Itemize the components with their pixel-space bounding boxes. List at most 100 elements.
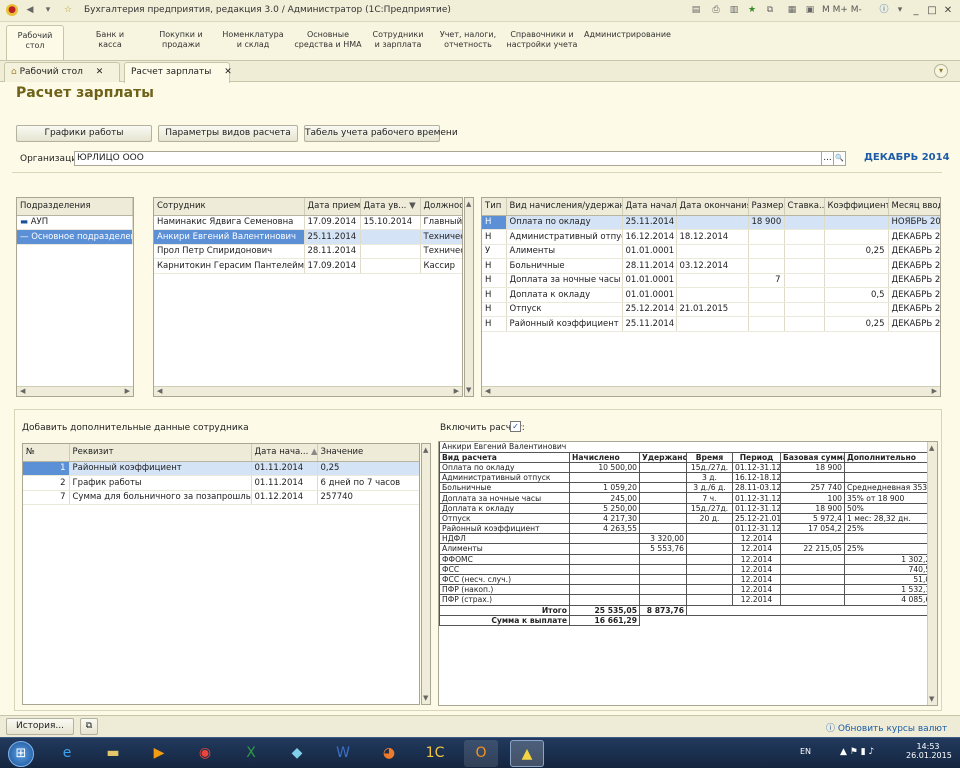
section-desktop[interactable]: Рабочий стол <box>6 25 64 62</box>
table-row[interactable]: Наминакис Ядвига Семеновна 17.09.2014 15.1… <box>154 215 462 230</box>
section-purchases[interactable]: Покупки и продажи <box>150 30 212 50</box>
chrome-icon[interactable]: ◉ <box>188 740 222 767</box>
table-row[interactable]: Анкири Евгений Валентинович 25.11.2014 Тех… <box>154 229 462 245</box>
table-row[interactable]: 2 График работы 01.11.2014 6 дней по 7 часо… <box>23 475 419 491</box>
table-row[interactable]: Прол Петр Спиридонович28.11.2014Техничес… <box>154 244 462 259</box>
print-icon[interactable]: ⎙ <box>710 4 722 16</box>
clock[interactable]: 14:53 26.01.2015 <box>906 742 952 760</box>
info-icon[interactable]: ⓘ <box>878 4 890 16</box>
section-admin[interactable]: Администрирование <box>584 30 671 40</box>
back-icon[interactable]: ◀ <box>24 4 36 16</box>
scroll-down-icon[interactable]: ▼ <box>466 386 471 394</box>
col-header[interactable]: Коэффициент <box>824 198 889 216</box>
employees-table[interactable]: Сотрудник Дата приема Дата ув... ▼ Должн… <box>153 197 463 397</box>
tabs-menu-icon[interactable]: ▾ <box>934 64 948 78</box>
col-header[interactable]: Тип <box>482 198 507 216</box>
tab-payroll[interactable]: Расчет зарплаты ✕ <box>124 62 232 83</box>
col-header[interactable]: Дата нача... ▲ <box>251 444 318 462</box>
table-row[interactable]: Карнитокин Герасим Пантелеймон...17.09.2… <box>154 258 462 274</box>
vertical-scrollbar[interactable]: ▲ ▼ <box>464 197 474 397</box>
col-header[interactable]: Дата окончания <box>676 198 749 216</box>
scroll-right-icon[interactable]: ▶ <box>125 387 130 395</box>
horizontal-scrollbar[interactable]: ◀ ▶ <box>154 386 462 396</box>
include-calc-checkbox[interactable]: ✓ <box>510 421 521 432</box>
col-header[interactable]: Дата приема <box>304 198 361 216</box>
1c-icon[interactable]: 1С <box>418 740 452 767</box>
section-bank[interactable]: Банк и касса <box>82 30 138 50</box>
dropdown-icon[interactable]: ▾ <box>894 4 906 16</box>
org-field[interactable]: ЮРЛИЦО ООО <box>74 151 822 166</box>
update-rates-link[interactable]: ⓘ Обновить курсы валют <box>826 721 947 734</box>
col-header[interactable]: Размер <box>748 198 785 216</box>
minimize-button[interactable]: _ <box>908 3 924 18</box>
section-reports[interactable]: Учет, налоги, отчетность <box>438 30 498 50</box>
table-row[interactable]: 7Сумма для больничного за позапрошлый го… <box>23 490 419 505</box>
explorer-icon[interactable]: ▬ <box>96 740 130 767</box>
horizontal-scrollbar[interactable]: ◀ ▶ <box>482 386 940 396</box>
dept-header[interactable]: Подразделения <box>17 198 133 216</box>
scroll-right-icon[interactable]: ▶ <box>454 387 459 395</box>
scroll-right-icon[interactable]: ▶ <box>932 387 937 395</box>
star-icon[interactable]: ☆ <box>62 4 74 16</box>
table-row[interactable]: 1 Районный коэффициент 01.11.2014 0,25 <box>23 461 419 476</box>
vertical-scrollbar[interactable]: ▲ ▼ <box>421 443 431 705</box>
scroll-left-icon[interactable]: ◀ <box>20 387 25 395</box>
close-tab-icon[interactable]: ✕ <box>96 67 104 77</box>
vertical-scrollbar[interactable]: ▲ ▼ <box>927 442 937 705</box>
section-employees[interactable]: Сотрудники и зарплата <box>368 30 428 50</box>
menu-icon[interactable]: ▾ <box>42 4 54 16</box>
table-row[interactable]: Н Больничные 28.11.2014 03.12.2014 ДЕКАБРЬ 2… <box>482 258 940 274</box>
app-icon[interactable]: ◆ <box>280 740 314 767</box>
scroll-left-icon[interactable]: ◀ <box>157 387 162 395</box>
scroll-up-icon[interactable]: ▲ <box>929 444 934 452</box>
link-icon[interactable]: ⧉ <box>764 4 776 16</box>
scroll-left-icon[interactable]: ◀ <box>485 387 490 395</box>
col-header[interactable]: Сотрудник <box>154 198 305 216</box>
maximize-button[interactable]: □ <box>924 3 940 18</box>
filter-icon[interactable]: ▼ <box>409 201 416 211</box>
language-indicator[interactable]: EN <box>800 747 811 756</box>
scroll-up-icon[interactable]: ▲ <box>423 446 428 454</box>
table-row[interactable]: Н Оплата по окладу 25.11.2014 18 900 НОЯБРЬ … <box>482 215 940 230</box>
section-fixed-assets[interactable]: Основные средства и НМА <box>292 30 364 50</box>
col-header[interactable]: Ставка... <box>784 198 825 216</box>
outlook-icon[interactable]: O <box>464 740 498 767</box>
memory-buttons[interactable]: M M+ M- <box>822 4 876 16</box>
windows-icon[interactable]: ⧉ <box>80 718 98 735</box>
scroll-down-icon[interactable]: ▼ <box>423 694 428 702</box>
table-row[interactable]: НДоплата к окладу01.01.0001 0,5ДЕКАБРЬ 20… <box>482 287 940 303</box>
org-search-icon[interactable]: 🔍 <box>833 151 846 166</box>
col-header[interactable]: Вид начисления/удержания <box>506 198 623 216</box>
scroll-down-icon[interactable]: ▼ <box>929 695 934 703</box>
ie-icon[interactable]: e <box>50 740 84 767</box>
col-header[interactable]: № <box>23 444 70 462</box>
col-header[interactable]: Дата начала <box>622 198 677 216</box>
start-button[interactable]: ⊞ <box>8 741 34 767</box>
accruals-table[interactable]: Тип Вид начисления/удержания Дата начала… <box>481 197 941 397</box>
close-tab-icon[interactable]: ✕ <box>224 67 232 77</box>
favorite-icon[interactable]: ★ <box>746 4 758 16</box>
close-button[interactable]: ✕ <box>940 3 956 18</box>
period-month[interactable]: ДЕКАБРЬ 2014 <box>864 152 950 163</box>
history-button[interactable]: История... <box>6 718 74 735</box>
table-row[interactable]: НОтпуск25.12.201421.01.2015 ДЕКАБРЬ 2014 <box>482 302 940 317</box>
table-row[interactable]: УАлименты01.01.0001 0,25ДЕКАБРЬ 2014 <box>482 244 940 259</box>
tab-desktop[interactable]: ⌂ Рабочий стол ✕ <box>4 62 120 82</box>
timesheet-button[interactable]: Табель учета рабочего времени <box>304 125 458 142</box>
work-schedules-button[interactable]: Графики работы <box>16 125 152 142</box>
scroll-up-icon[interactable]: ▲ <box>466 200 471 208</box>
table-row[interactable]: Н Доплата за ночные часы 01.01.0001 7 ДЕКАБР… <box>482 273 940 288</box>
col-header[interactable]: Должность <box>420 198 462 216</box>
col-header[interactable]: Дата ув... ▼ <box>360 198 421 216</box>
excel-icon[interactable]: X <box>234 740 268 767</box>
list-item[interactable]: — Основное подразделение <box>17 229 133 245</box>
tray-icons[interactable]: ▲ ⚑ ▮ ♪ <box>840 747 874 757</box>
table-row[interactable]: Н Районный коэффициент 25.11.2014 0,25 ДЕКАБ… <box>482 316 940 332</box>
departments-list[interactable]: Подразделения ▬ АУП — Основное подраздел… <box>16 197 134 397</box>
section-settings[interactable]: Справочники и настройки учета <box>506 30 578 50</box>
calendar-icon[interactable]: ▦ <box>786 4 798 16</box>
section-nomenclature[interactable]: Номенклатура и склад <box>220 30 286 50</box>
calc-params-button[interactable]: Параметры видов расчета <box>158 125 298 142</box>
list-item[interactable]: ▬ АУП <box>17 215 133 230</box>
extra-data-table[interactable]: № Реквизит Дата нача... ▲ Значение 1 Райо… <box>22 443 420 705</box>
